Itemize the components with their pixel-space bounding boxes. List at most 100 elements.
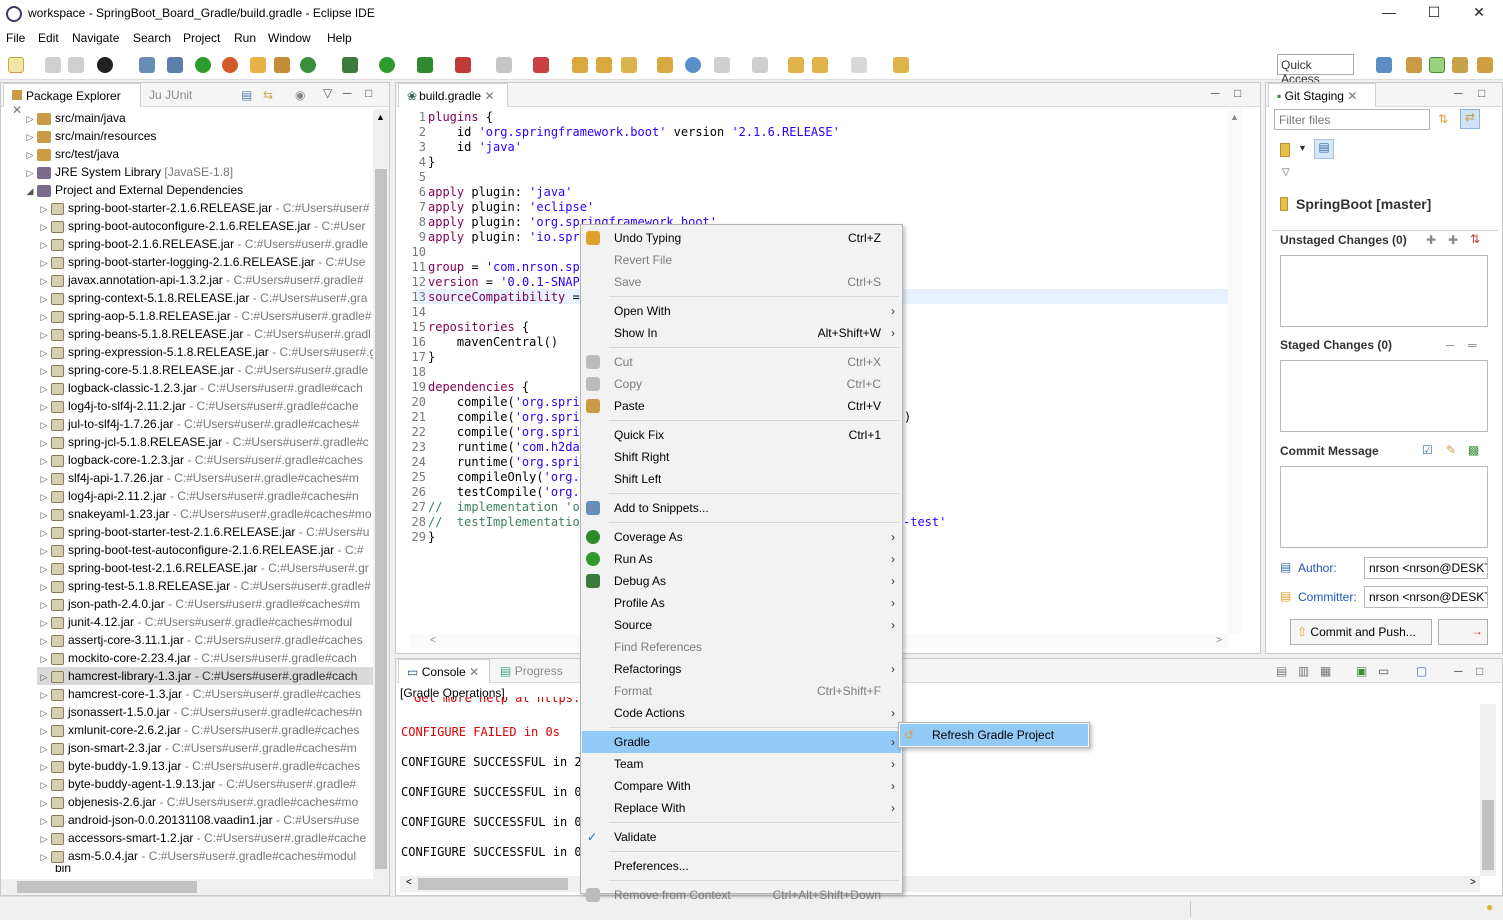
menu-item-shift-right[interactable]: Shift Right — [582, 446, 901, 468]
open-folder-icon[interactable] — [657, 57, 673, 73]
menu-item-coverage-as[interactable]: Coverage As › — [582, 526, 901, 548]
pin-console-icon[interactable]: ▣ — [1356, 664, 1367, 678]
jar-item[interactable]: ▷ byte-buddy-1.9.13.jar - C:#Users#user#.… — [37, 757, 361, 775]
menu-run[interactable]: Run — [234, 31, 256, 45]
profile-icon[interactable] — [97, 57, 113, 73]
collapsed-arrow-icon[interactable]: ▷ — [37, 200, 51, 218]
collapsed-arrow-icon[interactable]: ▷ — [23, 164, 37, 182]
open-console-icon[interactable]: ▢ — [1416, 664, 1427, 678]
jar-item[interactable]: ▷ spring-boot-starter-2.1.6.RELEASE.jar -… — [37, 199, 370, 218]
java-perspective-icon[interactable] — [1406, 57, 1422, 73]
collapsed-arrow-icon[interactable]: ▷ — [37, 416, 51, 434]
maximize-icon[interactable]: □ — [1476, 664, 1483, 678]
collapsed-arrow-icon[interactable]: ▷ — [23, 110, 37, 128]
minimize-button[interactable]: — — [1374, 4, 1404, 20]
sign-off-icon[interactable]: ☑ — [1422, 443, 1433, 457]
menu-search[interactable]: Search — [133, 31, 171, 45]
maximize-icon[interactable]: □ — [1478, 86, 1485, 100]
save-all-icon[interactable] — [68, 57, 84, 73]
collapsed-arrow-icon[interactable]: ▷ — [37, 254, 51, 272]
menu-item-code-actions[interactable]: Code Actions › — [582, 702, 901, 724]
jar-item[interactable]: ▷ spring-context-5.1.8.RELEASE.jar - C:#U… — [37, 289, 368, 307]
disconnect-icon[interactable] — [533, 57, 549, 73]
collapsed-arrow-icon[interactable]: ▷ — [37, 326, 51, 344]
back-icon[interactable] — [812, 57, 828, 73]
close-icon[interactable]: ✕ — [484, 89, 494, 103]
repository-icon[interactable] — [1280, 143, 1290, 157]
collapsed-arrow-icon[interactable]: ▷ — [37, 776, 51, 794]
menu-window[interactable]: Window — [268, 31, 311, 45]
prev-annotation-icon[interactable] — [752, 57, 768, 73]
hscroll-thumb[interactable] — [418, 878, 568, 890]
collapsed-arrow-icon[interactable]: ▷ — [37, 614, 51, 632]
jar-item[interactable]: ▷ android-json-0.0.20131108.vaadin1.jar -… — [37, 811, 360, 829]
filter-files-input[interactable] — [1274, 109, 1430, 130]
collapsed-arrow-icon[interactable]: ▷ — [37, 380, 51, 398]
collapsed-arrow-icon[interactable]: ▷ — [37, 218, 51, 236]
jar-item[interactable]: ▷ mockito-core-2.23.4.jar - C:#Users#user… — [37, 649, 357, 667]
tab-build-gradle[interactable]: ❀ build.gradle ✕ — [398, 83, 508, 107]
tree-root-item[interactable]: ▷ src/main/resources — [23, 127, 157, 145]
jar-item[interactable]: ▷ log4j-to-slf4j-2.11.2.jar - C:#Users#us… — [37, 397, 359, 415]
menu-item-quick-fix[interactable]: Quick Fix Ctrl+1 — [582, 424, 901, 446]
commit-message-input[interactable] — [1280, 466, 1488, 548]
tab-package-explorer[interactable]: Package Explorer ✕ — [3, 83, 141, 117]
scroll-lock-icon[interactable]: ▥ — [1298, 664, 1309, 678]
scroll-up-icon[interactable]: ▲ — [376, 112, 385, 122]
tree-root-item[interactable]: ▷ src/main/java — [23, 109, 126, 127]
jee-perspective-icon[interactable] — [1477, 57, 1493, 73]
minimize-icon[interactable]: ─ — [343, 86, 352, 100]
collapsed-arrow-icon[interactable]: ▷ — [37, 488, 51, 506]
tree-root-item[interactable]: ◢ Project and External Dependencies — [23, 181, 244, 199]
tab-junit[interactable]: Ju JUnit — [141, 83, 200, 107]
scroll-left-icon[interactable]: < — [406, 877, 412, 888]
menu-item-add-to-snippets[interactable]: Add to Snippets... — [582, 497, 901, 519]
open-perspective-icon[interactable] — [1376, 57, 1392, 73]
jar-item[interactable]: ▷ spring-boot-test-2.1.6.RELEASE.jar - C:… — [37, 559, 369, 577]
compare-mode-icon[interactable]: ⇄ — [1460, 109, 1480, 129]
debug-perspective-icon[interactable] — [1452, 57, 1468, 73]
amend-icon[interactable]: ✎ — [1446, 443, 1456, 457]
jar-item[interactable]: ▷ spring-beans-5.1.8.RELEASE.jar - C:#Use… — [37, 325, 371, 343]
jar-item[interactable]: ▷ jsonassert-1.5.0.jar - C:#Users#user#.g… — [37, 703, 363, 722]
tab-git-staging[interactable]: ▪ Git Staging ✕ — [1268, 83, 1376, 107]
tree-root-item[interactable]: ▷ JRE System Library [JavaSE-1.8] — [23, 163, 234, 182]
maximize-icon[interactable]: □ — [1234, 86, 1241, 100]
menu-item-source[interactable]: Source › — [582, 614, 901, 636]
collapsed-arrow-icon[interactable]: ▷ — [37, 650, 51, 668]
collapsed-arrow-icon[interactable]: ▷ — [37, 308, 51, 326]
menu-navigate[interactable]: Navigate — [72, 31, 119, 45]
sort-icon[interactable]: ⇅ — [1470, 232, 1480, 246]
jar-item[interactable]: ▷ snakeyaml-1.23.jar - C:#Users#user#.gra… — [37, 505, 372, 523]
external-tools-icon[interactable] — [455, 57, 471, 73]
jar-item[interactable]: ▷ spring-boot-test-autoconfigure-2.1.6.RE… — [37, 541, 364, 559]
collapsed-arrow-icon[interactable]: ▷ — [23, 146, 37, 164]
collapsed-arrow-icon[interactable]: ▷ — [37, 704, 51, 722]
resume-icon[interactable] — [195, 57, 211, 73]
tree-partial-item[interactable]: bin — [37, 865, 71, 873]
menu-refresh-gradle-project[interactable]: ↺ Refresh Gradle Project — [900, 724, 1088, 746]
scroll-right-icon[interactable]: > — [1470, 877, 1476, 888]
add-icon[interactable]: ✚ — [1426, 233, 1436, 247]
jar-item[interactable]: ▷ spring-aop-5.1.8.RELEASE.jar - C:#Users… — [37, 307, 372, 325]
author-input[interactable]: nrson <nrson@DESKT — [1364, 557, 1488, 579]
menu-item-paste[interactable]: Paste Ctrl+V — [582, 395, 901, 417]
maximize-icon[interactable]: □ — [365, 86, 372, 100]
new-icon[interactable] — [8, 57, 24, 73]
last-edit-icon[interactable] — [788, 57, 804, 73]
hscroll-thumb[interactable] — [17, 881, 197, 893]
minimize-icon[interactable]: ─ — [1211, 86, 1220, 100]
collapsed-arrow-icon[interactable]: ▷ — [37, 470, 51, 488]
jar-item[interactable]: ▷ spring-boot-autoconfigure-2.1.6.RELEASE… — [37, 217, 366, 235]
jar-item[interactable]: ▷ spring-boot-starter-test-2.1.6.RELEASE.… — [37, 523, 370, 541]
next-annotation-icon[interactable] — [714, 57, 730, 73]
menu-item-compare-with[interactable]: Compare With › — [582, 775, 901, 797]
debug-icon[interactable] — [342, 57, 358, 73]
jar-item[interactable]: ▷ logback-core-1.2.3.jar - C:#Users#user#… — [37, 451, 363, 469]
change-id-icon[interactable]: ▩ — [1468, 443, 1479, 457]
jar-item[interactable]: ▷ spring-test-5.1.8.RELEASE.jar - C:#User… — [37, 577, 371, 595]
tab-console[interactable]: ▭ Console ✕ — [398, 659, 490, 683]
menu-item-undo-typing[interactable]: Undo Typing Ctrl+Z — [582, 227, 901, 249]
collapsed-arrow-icon[interactable]: ▷ — [37, 578, 51, 596]
open-task-icon[interactable] — [596, 57, 612, 73]
